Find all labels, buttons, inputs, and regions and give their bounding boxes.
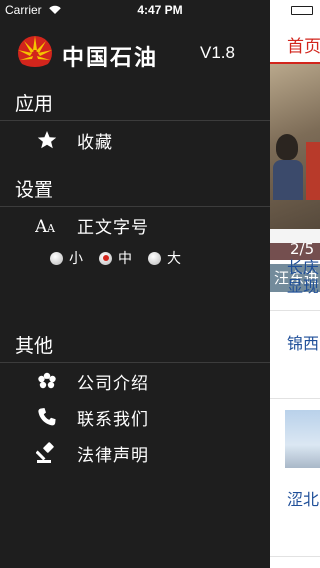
font-size-label: 正文字号 <box>77 217 149 238</box>
menu-item-about[interactable]: 公司介绍 <box>34 366 254 396</box>
news-item-3[interactable]: 涩北 <box>287 490 319 509</box>
news-thumbnail[interactable] <box>285 410 320 468</box>
section-other-title: 其他 <box>15 335 54 357</box>
section-apps-title: 应用 <box>15 93 54 115</box>
svg-text:A: A <box>46 222 56 234</box>
divider <box>0 120 270 121</box>
font-size-large-label: 大 <box>167 251 181 267</box>
battery-icon <box>290 5 317 16</box>
radio-button-selected[interactable] <box>99 251 112 265</box>
font-size-small-option[interactable]: 小 <box>50 248 83 268</box>
section-settings-title: 设置 <box>15 179 54 201</box>
news-title: 涩北 <box>287 490 320 509</box>
font-size-small-label: 小 <box>69 251 83 267</box>
side-menu: 中国石油 V1.8 应用 收藏 设置 A A 正文字号 小 中 大 其他 公司介… <box>0 0 270 568</box>
gavel-icon <box>34 441 60 465</box>
news-item-1[interactable]: 长庆 显现 <box>287 258 319 296</box>
about-label: 公司介绍 <box>77 373 149 394</box>
company-logo-icon <box>34 369 60 393</box>
divider <box>270 556 320 557</box>
news-item-2[interactable]: 锦西 <box>287 334 319 353</box>
status-bar: Carrier 4:47 PM <box>0 0 320 20</box>
tab-home[interactable]: 首页 <box>287 32 320 57</box>
phone-icon <box>34 405 60 429</box>
divider <box>270 229 320 243</box>
font-size-icon: A A <box>34 213 60 237</box>
font-size-options: 小 中 大 <box>50 248 197 268</box>
news-title-line: 显现 <box>287 277 320 296</box>
menu-item-legal[interactable]: 法律声明 <box>34 438 254 468</box>
carousel-image <box>306 142 320 200</box>
star-icon <box>34 128 60 152</box>
carousel-image <box>273 160 303 200</box>
menu-item-contact[interactable]: 联系我们 <box>34 402 254 432</box>
contact-label: 联系我们 <box>77 409 149 430</box>
app-name: 中国石油 <box>62 46 159 71</box>
font-size-large-option[interactable]: 大 <box>148 248 181 268</box>
font-size-setting: A A 正文字号 <box>34 210 254 240</box>
carousel-image <box>276 134 298 160</box>
divider <box>270 310 320 311</box>
divider <box>0 206 270 207</box>
radio-button[interactable] <box>148 251 161 265</box>
petrochina-logo <box>18 36 52 70</box>
news-title-line: 长庆 <box>287 258 320 277</box>
clock: 4:47 PM <box>137 3 183 17</box>
news-carousel[interactable]: 2/5 汪东进 <box>270 64 320 292</box>
radio-button[interactable] <box>50 251 63 265</box>
divider <box>0 362 270 363</box>
main-content-panel[interactable]: 首页 2/5 汪东进 长庆 显现 锦西 涩北 <box>270 0 320 568</box>
divider <box>270 398 320 399</box>
version-label: V1.8 <box>200 43 235 62</box>
menu-item-favorites[interactable]: 收藏 <box>34 125 254 155</box>
favorites-label: 收藏 <box>77 132 113 153</box>
news-title: 锦西 <box>287 334 320 353</box>
font-size-medium-label: 中 <box>118 251 132 267</box>
legal-label: 法律声明 <box>77 445 149 466</box>
font-size-medium-option[interactable]: 中 <box>99 248 132 268</box>
